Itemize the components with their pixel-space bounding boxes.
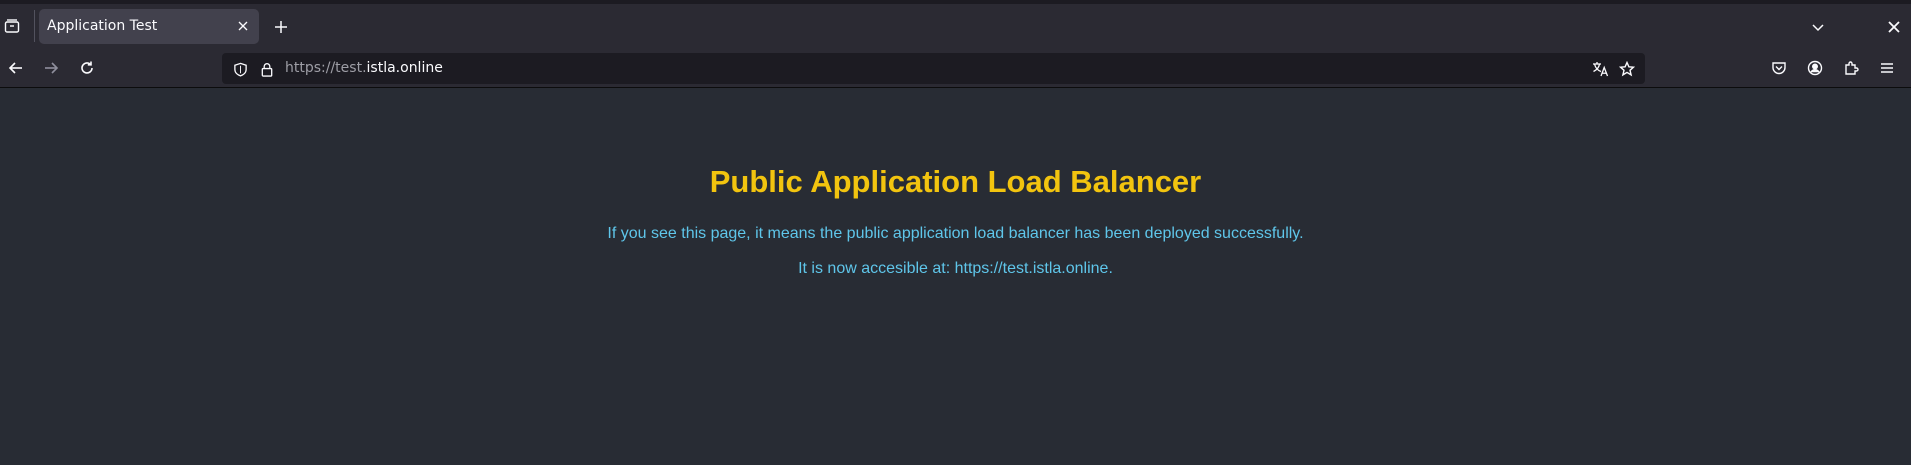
address-bar[interactable]: https://test.istla.online	[222, 53, 1645, 84]
pocket-icon[interactable]	[1768, 57, 1790, 79]
tab-title: Application Test	[47, 18, 158, 34]
url-host: istla.online	[366, 60, 443, 76]
url-text[interactable]: https://test.istla.online	[285, 60, 443, 76]
lock-icon[interactable]	[258, 60, 276, 78]
window-close-icon[interactable]	[1884, 17, 1904, 37]
tab-manager-icon[interactable]	[2, 16, 22, 36]
tab-separator	[34, 10, 35, 42]
forward-arrow-icon[interactable]	[40, 57, 62, 79]
menu-icon[interactable]	[1876, 57, 1898, 79]
tab-application-test[interactable]: Application Test	[39, 9, 259, 44]
account-icon[interactable]	[1804, 57, 1826, 79]
extensions-icon[interactable]	[1840, 57, 1862, 79]
chevron-down-icon[interactable]	[1808, 17, 1828, 37]
shield-icon[interactable]	[231, 60, 249, 78]
deployment-message: If you see this page, it means the publi…	[607, 225, 1304, 242]
reload-icon[interactable]	[76, 57, 98, 79]
navigation-toolbar: https://test.istla.online	[0, 49, 1911, 88]
access-url-message: It is now accesible at: https://test.ist…	[798, 260, 1113, 277]
star-icon[interactable]	[1618, 60, 1636, 78]
close-icon[interactable]	[236, 19, 250, 33]
plus-icon[interactable]	[271, 17, 291, 37]
page-heading: Public Application Load Balancer	[709, 164, 1202, 199]
tab-strip: Application Test	[0, 0, 1911, 49]
url-scheme: https://test.	[285, 60, 367, 76]
back-arrow-icon[interactable]	[5, 57, 27, 79]
page-content: Public Application Load Balancer If you …	[0, 88, 1911, 465]
translate-icon[interactable]	[1591, 60, 1609, 78]
